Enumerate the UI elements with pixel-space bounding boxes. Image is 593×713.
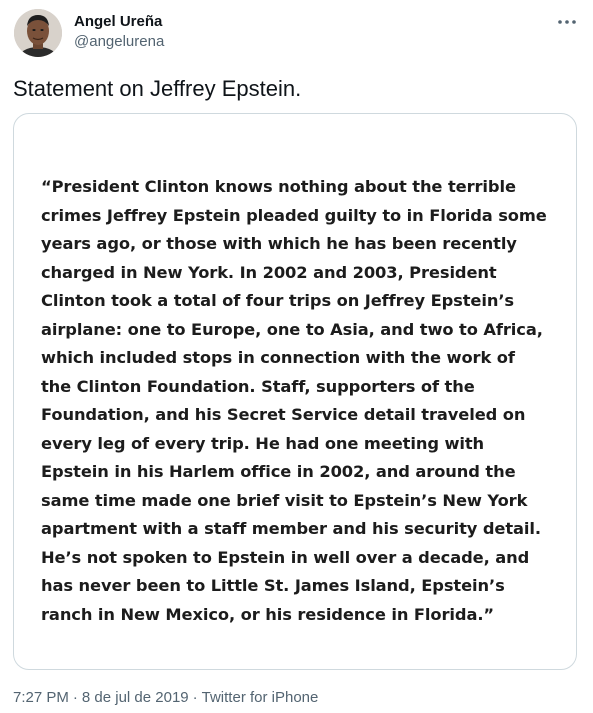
- statement-line: same time made one brief visit to Epstei…: [41, 490, 528, 510]
- author-info: Angel Ureña @angelurena: [74, 12, 164, 52]
- tweet-timestamp-link[interactable]: 7:27 PM · 8 de jul de 2019: [13, 689, 189, 706]
- tweet-time: 7:27 PM: [13, 689, 69, 706]
- statement-line: has never been to Little St. James Islan…: [41, 576, 505, 595]
- tweet-metadata: 7:27 PM · 8 de jul de 2019 · Twitter for iPh…: [13, 688, 318, 708]
- statement-line: crimes Jeffrey Epstein pleaded guilty to…: [41, 205, 547, 225]
- statement-line: Epstein in his Harlem office in 2002, an…: [41, 462, 516, 481]
- author-handle[interactable]: @angelurena: [74, 32, 164, 52]
- tweet-text: Statement on Jeffrey Epstein.: [13, 76, 302, 101]
- statement-line: which included stops in connection with …: [41, 348, 515, 367]
- statement-line: apartment with a staff member and his se…: [41, 519, 541, 538]
- statement-line: “President Clinton knows nothing about t…: [41, 177, 516, 196]
- statement-line: He’s not spoken to Epstein in well over …: [41, 547, 530, 567]
- statement-line: charged in New York. In 2002 and 2003, P…: [41, 262, 497, 282]
- statement-line: Clinton took a total of four trips on Je…: [41, 291, 515, 310]
- statement-line: airplane: one to Europe, one to Asia, an…: [41, 319, 543, 339]
- meta-separator: ·: [72, 689, 78, 706]
- avatar[interactable]: [14, 9, 62, 57]
- tweet-media-image[interactable]: “President Clinton knows nothing about t…: [13, 113, 577, 670]
- statement-text: “President Clinton knows nothing about t…: [41, 173, 547, 629]
- statement-line: the Clinton Foundation. Staff, supporter…: [41, 376, 475, 396]
- author-display-name[interactable]: Angel Ureña: [74, 12, 164, 32]
- meta-separator: ·: [192, 689, 198, 706]
- statement-line: Foundation, and his Secret Service detai…: [41, 405, 526, 424]
- more-options-button[interactable]: [555, 12, 579, 32]
- tweet-source-link[interactable]: Twitter for iPhone: [202, 689, 319, 706]
- more-horizontal-icon: [558, 20, 576, 24]
- tweet-date: 8 de jul de 2019: [81, 689, 189, 706]
- avatar-photo: [14, 9, 62, 57]
- statement-line: every leg of every trip. He had one meet…: [41, 433, 485, 453]
- statement-line: ranch in New Mexico, or his residence in…: [41, 604, 495, 624]
- statement-line: years ago, or those with which he has be…: [41, 234, 517, 253]
- tweet: Angel Ureña @angelurena Statement on Jef…: [0, 0, 593, 713]
